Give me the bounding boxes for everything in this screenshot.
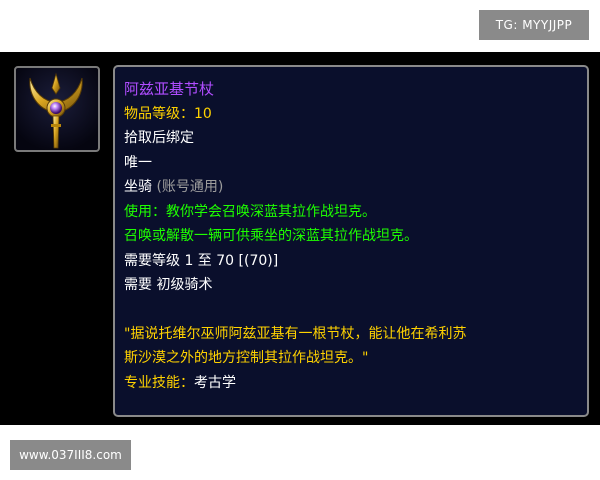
flavor-text-line-1: "据说托维尔巫师阿兹亚基有一根节杖，能让他在希利苏 [124,325,467,342]
item-name: 阿兹亚基节杖 [124,80,215,98]
screenshot: TG: MYYJJPP 阿兹亚基节杖 物品等级：10 拾取后绑定 唯一 坐骑 (… [0,0,600,480]
item-type-label: 坐骑 [124,179,152,195]
required-skill-value: 初级骑术 [156,277,213,293]
profession-value: 考古学 [194,374,236,391]
required-level-value: 1 至 70 [(70)] [184,252,279,269]
item-level-label: 物品等级： [124,105,194,122]
item-level: 物品等级：10 [124,102,579,127]
item-type: 坐骑 (账号通用) [124,175,579,200]
flavor-text-line-2: 斯沙漠之外的地方控制其拉作战坦克。" [124,350,369,366]
item-level-value: 10 [194,105,212,122]
watermark-top: TG: MYYJJPP [479,10,589,40]
game-panel: 阿兹亚基节杖 物品等级：10 拾取后绑定 唯一 坐骑 (账号通用) 使用：教你学… [0,52,600,425]
item-tooltip: 阿兹亚基节杖 物品等级：10 拾取后绑定 唯一 坐骑 (账号通用) 使用：教你学… [113,65,589,417]
binding-text: 拾取后绑定 [124,130,194,146]
profession-label: 专业技能： [124,374,194,391]
profession: 专业技能：考古学 [124,371,579,396]
tooltip-spacer [124,298,579,322]
use-description: 召唤或解散一辆可供乘坐的深蓝其拉作战坦克。 [124,228,418,244]
unique-text: 唯一 [124,154,152,171]
staff-icon-graphic [29,72,83,149]
required-skill-label: 需要 [124,277,152,293]
watermark-bottom: www.037III8.com [10,440,131,470]
item-type-note: (账号通用) [156,179,224,195]
required-level: 需要等级 1 至 70 [(70)] [124,249,579,274]
golden-crescent-staff-icon[interactable] [14,66,100,152]
required-skill: 需要 初级骑术 [124,273,579,298]
use-effect: 使用：教你学会召唤深蓝其拉作战坦克。 [124,203,376,220]
required-level-label: 需要等级 [124,252,180,269]
